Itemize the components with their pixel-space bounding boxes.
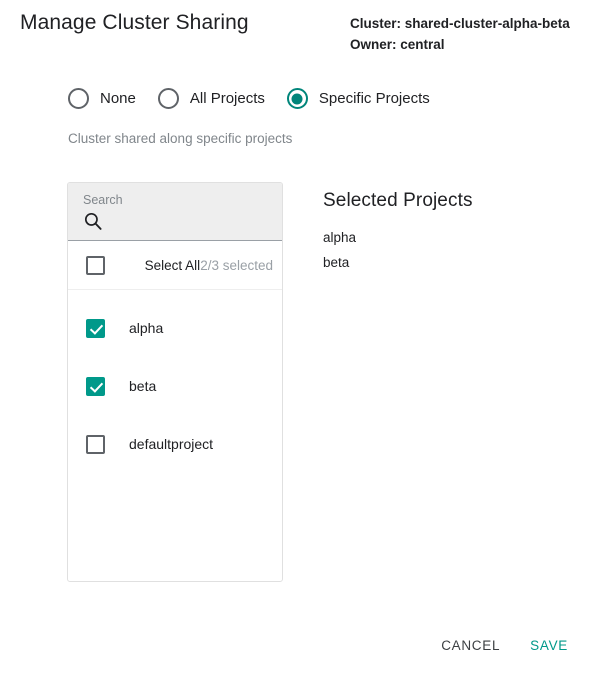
project-picker-listbox: Search Select All2/3 selected alpha beta… [67,182,283,582]
project-label-defaultproject: defaultproject [129,436,214,452]
select-all-label: Select All [144,257,201,273]
sharing-mode-radio-group[interactable]: None All Projects Specific Projects [68,88,430,109]
selected-project-item: beta [323,255,350,270]
project-checkbox-defaultproject[interactable] [86,434,105,454]
cancel-button[interactable]: CANCEL [439,632,502,659]
project-search-container[interactable]: Search [68,183,282,241]
selected-projects-title: Selected Projects [323,190,473,211]
select-all-row[interactable]: Select All2/3 selected [68,241,282,290]
radio-mark-all-projects-icon[interactable] [157,88,179,109]
list-item[interactable]: beta [68,357,282,415]
dialog-header: Manage Cluster Sharing Cluster: shared-c… [0,0,592,70]
radio-mark-specific-projects-icon[interactable] [286,88,308,109]
radio-option-all-projects[interactable]: All Projects [157,88,265,109]
owner-name-text: Owner: central [350,37,445,52]
dialog-actions: CANCEL SAVE [439,632,570,659]
select-all-texts: Select All2/3 selected [105,258,273,273]
cluster-meta: Cluster: shared-cluster-alpha-beta Owner… [350,13,570,55]
radio-option-specific-projects[interactable]: Specific Projects [286,88,430,109]
sharing-mode-hint: Cluster shared along specific projects [68,131,293,146]
save-button[interactable]: SAVE [528,632,570,659]
select-all-checkbox[interactable] [86,255,105,275]
radio-option-none[interactable]: None [68,88,136,109]
project-label-alpha: alpha [129,320,164,336]
radio-label-none: None [100,90,136,107]
selected-count-text: 2/3 selected [200,257,273,273]
project-label-beta: beta [129,378,157,394]
radio-label-specific-projects: Specific Projects [318,90,430,107]
selected-projects-panel: Selected Projects alpha beta [323,190,563,275]
project-checkbox-beta[interactable] [86,376,105,396]
page-title: Manage Cluster Sharing [20,11,249,34]
project-list: alpha beta defaultproject [68,290,282,473]
radio-label-all-projects: All Projects [189,90,265,107]
selected-project-item: alpha [323,230,357,245]
radio-mark-none-icon[interactable] [68,88,89,109]
project-checkbox-alpha[interactable] [86,318,105,338]
list-item[interactable]: alpha [68,299,282,357]
cluster-name-text: Cluster: shared-cluster-alpha-beta [350,16,570,31]
list-item[interactable]: defaultproject [68,415,282,473]
